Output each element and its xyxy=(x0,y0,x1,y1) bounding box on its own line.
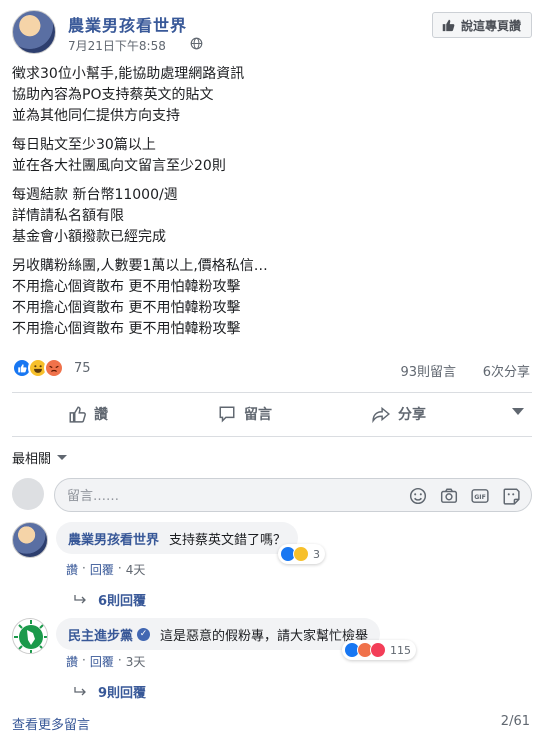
share-button-label: 分享 xyxy=(398,407,426,423)
reply-arrow-icon xyxy=(74,686,86,695)
meta-separator: · xyxy=(82,653,86,667)
comment-button-label: 留言 xyxy=(244,407,272,423)
comment-reaction-count: 3 xyxy=(313,547,320,561)
comment-count-link[interactable]: 93則留言 xyxy=(400,361,456,380)
meta-separator: · xyxy=(117,561,122,575)
comment-reactions[interactable]: 3 xyxy=(278,544,325,564)
post-body: 徵求30位小幫手,能協助處理網路資訊 協助內容為PO支持蔡英文的貼文 並為其他同… xyxy=(12,64,532,348)
reaction-count[interactable]: 75 xyxy=(74,361,91,376)
post-line: 詳情請私名額有限 xyxy=(12,208,124,224)
comment-age[interactable]: 3天 xyxy=(126,653,146,670)
post-line: 徵求30位小幫手,能協助處理網路資訊 xyxy=(12,66,245,82)
comment-meta: 讚 · 回覆 · 4天 xyxy=(66,561,145,578)
verified-badge-icon: ✓ xyxy=(137,627,151,641)
camera-icon[interactable] xyxy=(439,486,459,506)
comment-like-link[interactable]: 讚 xyxy=(66,561,78,578)
emoji-icon[interactable] xyxy=(408,486,428,506)
comment-age[interactable]: 4天 xyxy=(126,561,146,578)
comment-author-avatar[interactable] xyxy=(12,618,48,654)
post-paragraph: 另收購粉絲團,人數要1萬以上,價格私信… 不用擔心個資散布 更不用怕韓粉攻擊 不… xyxy=(12,256,532,340)
comment-input-box[interactable]: GIF xyxy=(54,478,532,512)
like-button-label: 讚 xyxy=(94,407,108,423)
post-line: 協助內容為PO支持蔡英文的貼文 xyxy=(12,87,214,103)
share-count-link[interactable]: 6次分享 xyxy=(483,361,530,380)
reaction-icons[interactable] xyxy=(12,358,64,378)
like-button[interactable]: 讚 xyxy=(68,398,108,430)
comment-meta: 讚 · 回覆 · 3天 xyxy=(66,653,145,670)
share-options-caret-icon[interactable] xyxy=(512,408,524,415)
post-line: 並為其他同仁提供方向支持 xyxy=(12,108,180,124)
comment-text: 這是惡意的假粉專，請大家幫忙檢舉 xyxy=(160,628,369,644)
share-icon xyxy=(372,406,390,423)
post-action-bar: 讚 留言 分享 xyxy=(12,398,532,430)
post-line: 不用擔心個資散布 更不用怕韓粉攻擊 xyxy=(12,300,241,316)
post-header: 農業男孩看世界 7月21日下午8:58 說這專頁讚 xyxy=(12,10,532,58)
comment-author-link[interactable]: 農業男孩看世界 xyxy=(68,529,159,548)
post-paragraph: 每週結款 新台幣11000/週 詳情請私名額有限 基金會小額撥款已經完成 xyxy=(12,185,532,248)
comment-button[interactable]: 留言 xyxy=(218,398,272,430)
comment-icon xyxy=(219,406,235,423)
sort-label: 最相關 xyxy=(12,452,52,467)
comments-pager: 2/61 xyxy=(500,714,530,729)
post-paragraph: 徵求30位小幫手,能協助處理網路資訊 協助內容為PO支持蔡英文的貼文 並為其他同… xyxy=(12,64,532,127)
like-page-button[interactable]: 說這專頁讚 xyxy=(431,12,532,38)
comment-reply-link[interactable]: 回覆 xyxy=(90,653,114,670)
love-icon xyxy=(370,642,386,658)
post-line: 每週結款 新台幣11000/週 xyxy=(12,187,178,203)
post-line: 每日貼文至少30篇以上 xyxy=(12,137,156,153)
replies-label: 9則回覆 xyxy=(98,686,147,701)
share-button[interactable]: 分享 xyxy=(372,398,426,430)
divider xyxy=(12,436,532,437)
post-timestamp[interactable]: 7月21日下午8:58 xyxy=(68,37,166,54)
reactions-summary: 75 93則留言 6次分享 xyxy=(12,358,532,382)
comment-reply-link[interactable]: 回覆 xyxy=(90,561,114,578)
comment-sort-select[interactable]: 最相關 xyxy=(12,448,68,467)
globe-icon xyxy=(190,37,203,50)
thumbs-up-outline-icon xyxy=(69,406,86,423)
comment-reaction-count: 115 xyxy=(390,643,411,657)
post-line: 不用擔心個資散布 更不用怕韓粉攻擊 xyxy=(12,279,241,295)
comment-author-avatar[interactable] xyxy=(12,522,48,558)
post-line: 另收購粉絲團,人數要1萬以上,價格私信… xyxy=(12,258,268,274)
comment-author-link[interactable]: 民主進步黨 xyxy=(68,625,133,644)
replies-label: 6則回覆 xyxy=(98,594,147,609)
page-name-link[interactable]: 農業男孩看世界 xyxy=(68,12,187,36)
post-line: 不用擔心個資散布 更不用怕韓粉攻擊 xyxy=(12,321,241,337)
meta-separator: · xyxy=(117,653,122,667)
comment-input-tools: GIF xyxy=(408,486,521,506)
divider xyxy=(12,392,532,393)
comment-reactions[interactable]: 115 xyxy=(342,640,416,660)
angry-icon xyxy=(44,358,64,378)
comment-item: 農業男孩看世界 支持蔡英文錯了嗎？ 3 讚 · 回覆 · 4天 6則回覆 xyxy=(12,522,532,616)
viewer-avatar xyxy=(12,478,44,510)
like-page-label: 說這專頁讚 xyxy=(460,18,521,33)
svg-text:GIF: GIF xyxy=(474,494,486,501)
comment-bubble: 民主進步黨 ✓ 這是惡意的假粉專，請大家幫忙檢舉 xyxy=(56,618,381,650)
sticker-icon[interactable] xyxy=(501,486,521,506)
post-line: 並在各大社團風向文留言至少20則 xyxy=(12,158,226,174)
comment-item: 民主進步黨 ✓ 這是惡意的假粉專，請大家幫忙檢舉 115 讚 · 回覆 · 3天… xyxy=(12,618,532,708)
comment-input[interactable] xyxy=(67,486,387,506)
comment-like-link[interactable]: 讚 xyxy=(66,653,78,670)
reply-arrow-icon xyxy=(74,594,86,603)
post-paragraph: 每日貼文至少30篇以上 並在各大社團風向文留言至少20則 xyxy=(12,135,532,177)
meta-separator: · xyxy=(82,561,86,575)
view-replies-link[interactable]: 6則回覆 xyxy=(74,590,146,609)
view-replies-link[interactable]: 9則回覆 xyxy=(74,682,146,701)
gif-icon[interactable]: GIF xyxy=(470,486,490,506)
view-more-comments-link[interactable]: 查看更多留言 xyxy=(12,714,90,733)
thumbs-up-icon xyxy=(442,19,455,32)
comment-bubble: 農業男孩看世界 支持蔡英文錯了嗎？ xyxy=(56,522,299,554)
post-line: 基金會小額撥款已經完成 xyxy=(12,229,166,245)
wow-icon xyxy=(293,546,309,562)
dpp-logo-icon xyxy=(14,620,47,653)
caret-down-icon xyxy=(57,455,68,460)
comment-text: 支持蔡英文錯了嗎？ xyxy=(169,532,287,548)
page-avatar[interactable] xyxy=(12,10,56,54)
